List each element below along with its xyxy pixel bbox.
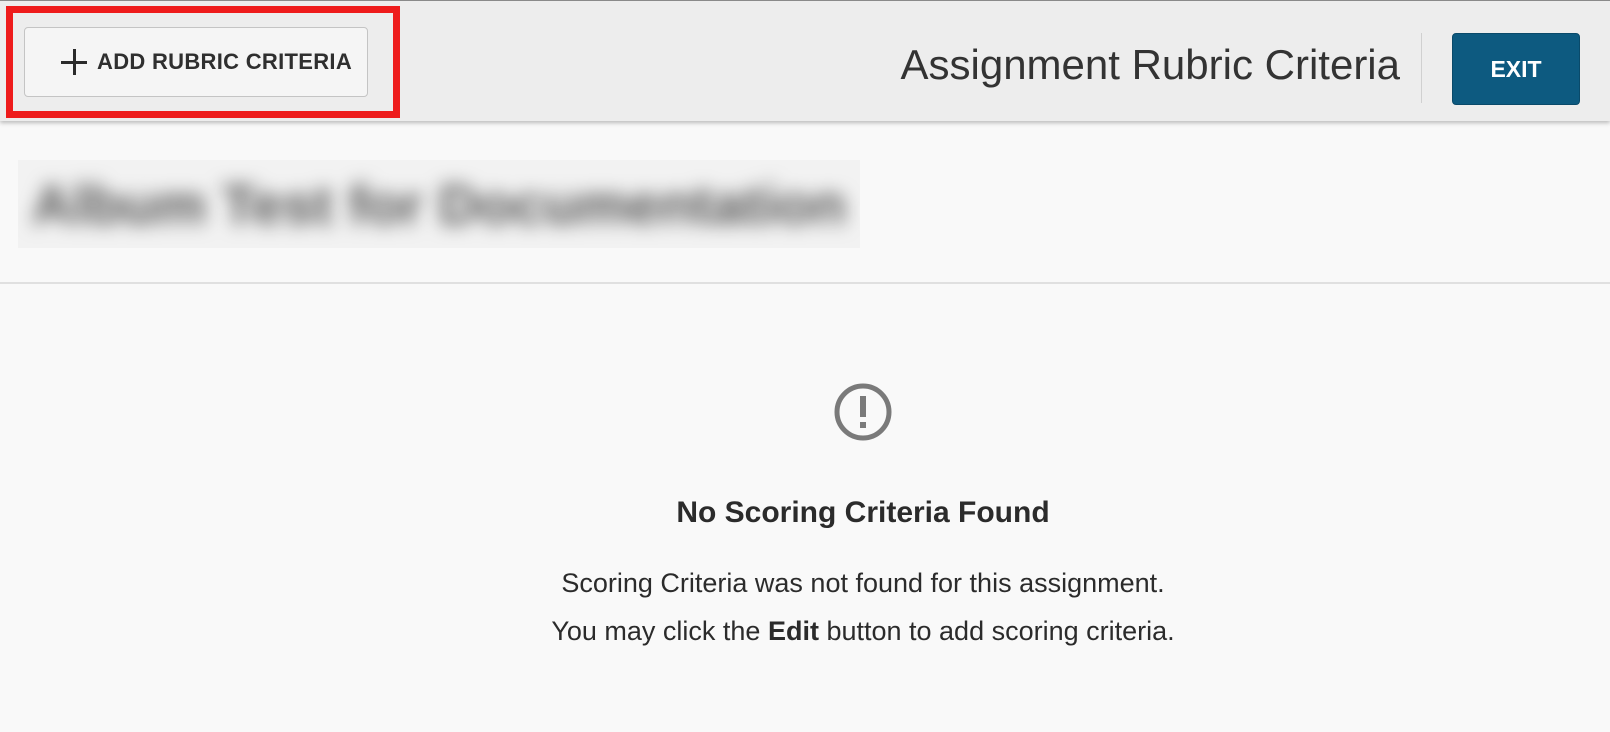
empty-state-hint-edit: Edit [767, 616, 819, 646]
page: ADD RUBRIC CRITERIA Assignment Rubric Cr… [0, 0, 1610, 732]
assignment-name-text: Album Test for Documentation [32, 172, 847, 236]
assignment-name-redacted: Album Test for Documentation [18, 160, 860, 248]
empty-state-title: No Scoring Criteria Found [676, 496, 1050, 529]
empty-state-hint-prefix: You may click the [551, 616, 768, 646]
top-toolbar: ADD RUBRIC CRITERIA Assignment Rubric Cr… [0, 0, 1610, 121]
add-rubric-criteria-label: ADD RUBRIC CRITERIA [97, 49, 353, 74]
empty-state-message: Scoring Criteria was not found for this … [561, 568, 1165, 598]
exit-button[interactable]: EXIT [1452, 33, 1580, 105]
section-divider [0, 282, 1610, 284]
plus-icon [61, 49, 87, 75]
add-rubric-criteria-button[interactable]: ADD RUBRIC CRITERIA [24, 27, 368, 97]
exclamation-circle-icon [834, 383, 892, 441]
empty-state-hint-suffix: button to add scoring criteria. [818, 616, 1175, 646]
page-title: Assignment Rubric Criteria [900, 41, 1401, 88]
empty-state-hint: You may click the Edit button to add sco… [0, 616, 1610, 647]
header-divider [1421, 33, 1422, 103]
